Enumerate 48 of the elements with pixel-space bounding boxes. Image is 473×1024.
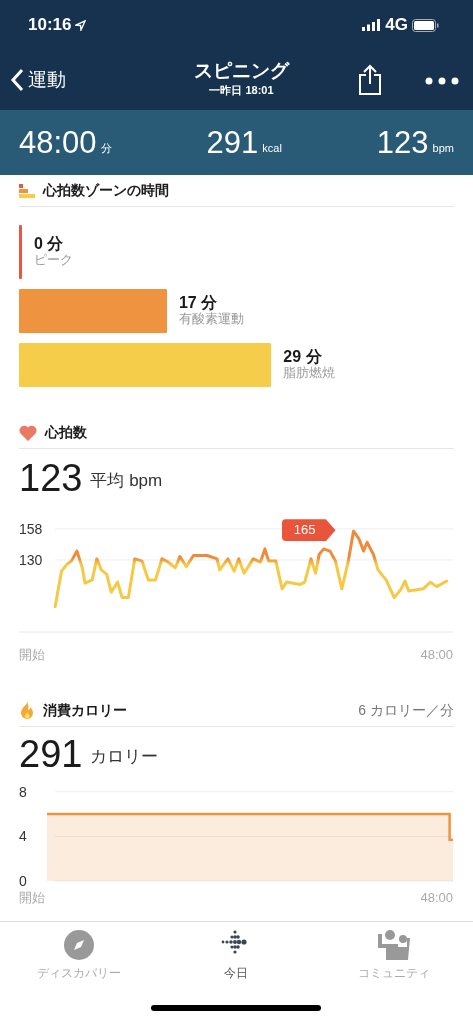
axis-label: 158 (19, 520, 43, 537)
axis-label: 8 (19, 785, 27, 800)
total-calories: 291 (19, 735, 83, 773)
peak-tooltip: 165 (281, 519, 336, 542)
stat-value: 123 (376, 127, 429, 158)
signal-icon (362, 19, 382, 31)
stat-unit: 分 (100, 140, 112, 156)
axis-label: 開始 (19, 647, 45, 662)
axis-label: 開始 (19, 890, 45, 905)
section-title: 心拍数 (45, 423, 87, 442)
zone-name: ピーク (34, 253, 73, 268)
heart-rate-unit: 平均 bpm (90, 469, 163, 492)
share-button[interactable] (357, 64, 383, 96)
calorie-rate: 6 カロリー／分 (358, 701, 454, 720)
section-title: 心拍数ゾーンの時間 (43, 181, 169, 200)
back-button[interactable]: 運動 (10, 65, 66, 95)
tab-item[interactable]: 今日 (161, 928, 312, 983)
calorie-unit: カロリー (90, 745, 159, 768)
people-icon (376, 929, 413, 960)
more-icon (425, 76, 459, 85)
axis-label: 48:00 (420, 890, 453, 905)
axis-label: 48:00 (420, 647, 453, 662)
zone-minutes: 0 分 (34, 236, 65, 253)
location-icon (75, 19, 87, 31)
stat-unit: kcal (262, 140, 282, 156)
axis-label: 0 (19, 873, 27, 889)
compass-icon (63, 929, 94, 960)
zone-minutes: 17 分 (178, 295, 219, 312)
battery-icon (412, 18, 439, 32)
zone-minutes: 29 分 (283, 349, 323, 366)
screen-subtitle: 一昨日 18:01 (208, 83, 275, 99)
screen-title: スピニング (194, 61, 289, 83)
stat-value: 48:00 (19, 127, 97, 158)
heart-icon (19, 424, 37, 441)
stat-value: 291 (206, 127, 259, 158)
flame-icon (19, 700, 35, 721)
zone-bars-icon (19, 183, 35, 198)
section-title: 消費カロリー (43, 701, 127, 720)
average-heart-rate: 123 (19, 459, 83, 497)
status-time: 10:16 (28, 14, 72, 37)
chevron-left-icon (10, 68, 24, 92)
stat-unit: bpm (432, 140, 454, 156)
zone-name: 有酸素運動 (178, 312, 244, 327)
axis-label: 130 (19, 551, 43, 568)
network-label: 4G (385, 14, 408, 37)
share-icon (357, 64, 383, 96)
zone-name: 脂肪燃焼 (283, 366, 336, 381)
axis-label: 4 (19, 828, 27, 845)
